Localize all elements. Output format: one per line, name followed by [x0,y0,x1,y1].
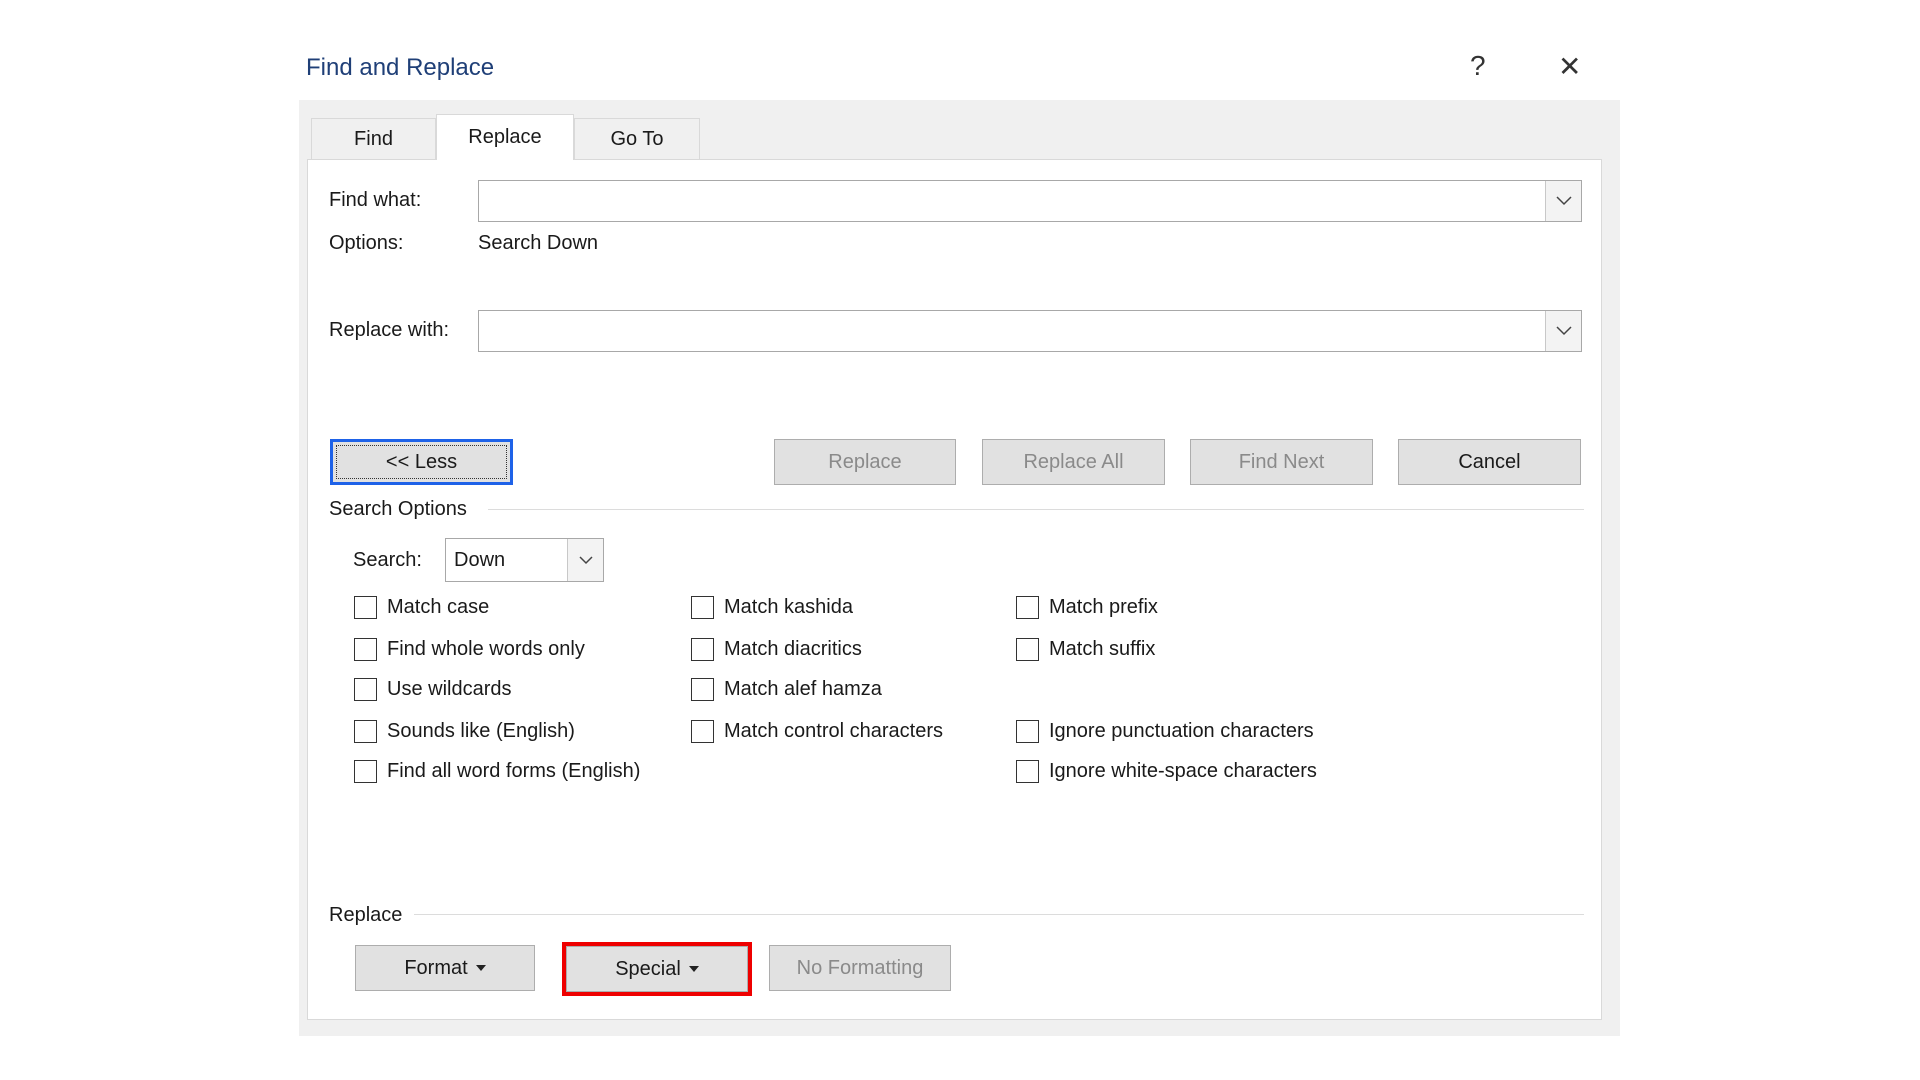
divider [488,509,1584,510]
checkbox-label[interactable]: Ignore white-space characters [1049,760,1317,783]
checkbox-label[interactable]: Match kashida [724,596,853,619]
dialog-title: Find and Replace [306,54,495,81]
search-direction-value: Down [454,549,506,571]
checkbox[interactable] [354,720,377,743]
checkbox[interactable] [691,720,714,743]
replace-with-input[interactable] [478,310,1582,352]
less-label: << Less [385,450,458,473]
checkbox[interactable] [1016,638,1039,661]
find-next-button[interactable]: Find Next [1190,439,1373,485]
checkbox-label[interactable]: Match diacritics [724,638,862,661]
checkbox[interactable] [691,596,714,619]
tab-go-to[interactable]: Go To [574,118,700,160]
search-direction-select[interactable]: Down [445,538,604,582]
checkbox-label[interactable]: Match case [387,596,489,619]
checkbox[interactable] [691,678,714,701]
checkbox[interactable] [1016,596,1039,619]
chevron-down-icon[interactable] [1545,181,1581,221]
replace-section-heading: Replace [329,904,403,926]
checkbox-label[interactable]: Use wildcards [387,678,511,701]
search-options-heading: Search Options [329,498,467,520]
tab-replace[interactable]: Replace [436,114,574,160]
no-formatting-button[interactable]: No Formatting [769,945,951,991]
find-what-input[interactable] [478,180,1582,222]
chevron-down-icon[interactable] [1545,311,1581,351]
help-button[interactable]: ? [1470,50,1486,82]
checkbox-label[interactable]: Ignore punctuation characters [1049,720,1314,743]
tab-content [307,159,1602,1020]
checkbox[interactable] [691,638,714,661]
search-direction-label: Search: [353,549,422,571]
replace-button[interactable]: Replace [774,439,956,485]
format-button[interactable]: Format [355,945,535,991]
checkbox-label[interactable]: Sounds like (English) [387,720,575,743]
checkbox-label[interactable]: Match alef hamza [724,678,882,701]
highlight-box [562,942,752,996]
chevron-down-icon [567,539,603,581]
cancel-button[interactable]: Cancel [1398,439,1581,485]
format-label: Format [404,956,468,979]
dropdown-arrow-icon [475,965,486,971]
checkbox[interactable] [1016,760,1039,783]
tab-find[interactable]: Find [311,118,436,160]
options-label: Options: [329,232,404,254]
checkbox-label[interactable]: Find all word forms (English) [387,760,640,783]
checkbox[interactable] [354,760,377,783]
find-what-label: Find what: [329,189,422,211]
checkbox[interactable] [354,678,377,701]
checkbox[interactable] [1016,720,1039,743]
replace-all-button[interactable]: Replace All [982,439,1165,485]
less-button[interactable]: << Less [330,439,513,485]
divider [414,914,1584,915]
options-value: Search Down [478,232,599,254]
checkbox-label[interactable]: Match control characters [724,720,943,743]
checkbox-label[interactable]: Match suffix [1049,638,1155,661]
checkbox[interactable] [354,596,377,619]
checkbox[interactable] [354,638,377,661]
checkbox-label[interactable]: Find whole words only [387,638,585,661]
checkbox-label[interactable]: Match prefix [1049,596,1158,619]
close-button[interactable]: ✕ [1558,50,1581,83]
replace-with-label: Replace with: [329,319,450,341]
